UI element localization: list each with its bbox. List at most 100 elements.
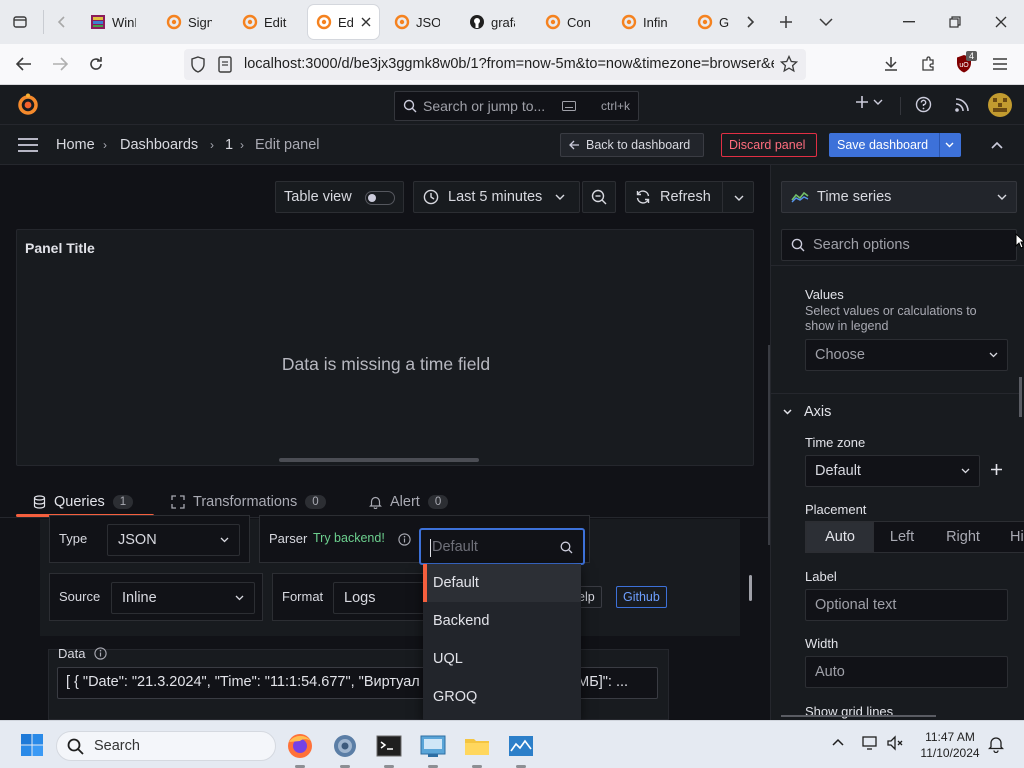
transform-icon — [171, 495, 185, 509]
tab-transformations[interactable]: Transformations 0 — [171, 490, 326, 514]
breadcrumb-home[interactable]: Home — [56, 137, 95, 153]
zoom-out-button[interactable] — [582, 181, 616, 213]
parser-option-uql[interactable]: UQL — [423, 640, 581, 678]
new-tab-icon[interactable] — [772, 8, 800, 36]
axis-section-header[interactable]: Axis — [783, 404, 831, 420]
downloads-icon[interactable] — [877, 50, 905, 78]
bookmark-star-icon[interactable] — [780, 55, 798, 73]
tab-overview-icon[interactable] — [6, 8, 34, 36]
timezone-select[interactable]: Default — [805, 455, 980, 487]
info-icon[interactable] — [398, 533, 411, 546]
panel-title[interactable]: Panel Title — [25, 240, 95, 256]
collapse-chevron-up-icon[interactable] — [991, 141, 1003, 149]
news-feed-icon[interactable] — [954, 97, 970, 113]
placement-auto[interactable]: Auto — [806, 522, 874, 552]
windows-start-icon[interactable] — [20, 733, 44, 757]
extension-badge: 4 — [966, 51, 978, 61]
volume-muted-icon[interactable] — [886, 734, 904, 752]
try-backend-link[interactable]: Try backend! — [313, 531, 385, 545]
monitor-app-taskbar-icon[interactable] — [506, 731, 536, 768]
grafana-search-bar[interactable]: Search or jump to... ctrl+k — [394, 91, 639, 121]
ublock-icon[interactable]: uO 4 — [950, 50, 978, 78]
values-select[interactable]: Choose — [805, 339, 1008, 371]
options-horizontal-scrollbar[interactable] — [781, 715, 936, 717]
add-new-button[interactable] — [855, 95, 883, 109]
panel-resize-handle[interactable] — [279, 458, 479, 462]
browser-tab-confi[interactable]: Confi — [537, 5, 599, 39]
taskbar-clock[interactable]: 11:47 AM 11/10/2024 — [918, 729, 982, 761]
grafana-logo-icon[interactable] — [16, 93, 40, 117]
discard-panel-button[interactable]: Discard panel — [721, 133, 817, 157]
help-icon[interactable] — [915, 96, 932, 113]
browser-tab-json[interactable]: JSON — [386, 5, 448, 39]
toggle-switch[interactable] — [365, 191, 395, 205]
browser-tab-infini[interactable]: Infini — [613, 5, 675, 39]
editor-scrollbar[interactable] — [749, 575, 752, 601]
add-timezone-plus-icon[interactable] — [990, 463, 1003, 476]
browser-tab-get[interactable]: Get — [689, 5, 737, 39]
url-bar[interactable]: localhost:3000/d/be3jx3ggmk8w0b/1?from=n… — [184, 49, 806, 80]
visualization-picker[interactable]: Time series — [781, 181, 1017, 213]
parser-select-input[interactable]: Default — [419, 528, 585, 565]
refresh-button[interactable]: Refresh — [625, 181, 754, 213]
taskbar-search[interactable]: Search — [56, 731, 276, 761]
search-options-input[interactable]: Search options — [781, 229, 1017, 261]
parser-option-groq[interactable]: GROQ — [423, 678, 581, 716]
back-to-dashboard-button[interactable]: Back to dashboard — [560, 133, 704, 157]
settings-taskbar-icon[interactable] — [330, 731, 360, 768]
network-icon[interactable] — [861, 734, 879, 752]
chevron-down-icon — [961, 468, 970, 474]
browser-tab-winrar[interactable]: WinRAR — [82, 5, 144, 39]
parser-option-backend[interactable]: Backend — [423, 602, 581, 640]
terminal-taskbar-icon[interactable] — [374, 731, 404, 768]
placement-hidden[interactable]: Hi — [996, 522, 1024, 552]
page-info-icon[interactable] — [218, 56, 232, 73]
list-tabs-icon[interactable] — [812, 8, 840, 36]
firefox-taskbar-icon[interactable] — [285, 731, 315, 768]
back-arrow-icon[interactable] — [10, 50, 38, 78]
info-icon[interactable] — [94, 647, 107, 660]
options-scrollbar[interactable] — [1019, 377, 1022, 417]
browser-tab-bar: WinRAR Sign Edit p Edi JSON grafa Confi … — [0, 0, 1024, 44]
placement-left[interactable]: Left — [874, 522, 930, 552]
time-range-picker[interactable]: Last 5 minutes — [413, 181, 580, 213]
close-tab-icon[interactable] — [361, 17, 371, 27]
chevron-right-icon: › — [240, 138, 244, 152]
user-avatar[interactable] — [988, 93, 1012, 117]
browser-tab-edit-p[interactable]: Edit p — [234, 5, 296, 39]
breadcrumb-dashboard-1[interactable]: 1 — [225, 137, 233, 153]
file-explorer-taskbar-icon[interactable] — [462, 731, 492, 768]
breadcrumb-dashboards[interactable]: Dashboards — [120, 137, 198, 153]
forward-arrow-icon[interactable] — [46, 50, 74, 78]
tab-queries[interactable]: Queries 1 — [33, 490, 134, 514]
show-hidden-icons-chevron-icon[interactable] — [832, 738, 844, 746]
tab-scroll-left-icon[interactable] — [48, 8, 76, 36]
format-value: Logs — [344, 590, 376, 606]
axis-width-input[interactable]: Auto — [805, 656, 1008, 688]
close-window-icon[interactable] — [987, 8, 1015, 36]
github-button[interactable]: Github — [616, 586, 667, 608]
app-menu-icon[interactable] — [986, 50, 1014, 78]
restore-icon[interactable] — [941, 8, 969, 36]
values-label: Values — [805, 287, 844, 302]
reload-icon[interactable] — [82, 50, 110, 78]
save-dashboard-button[interactable]: Save dashboard — [829, 133, 961, 157]
control-panel-taskbar-icon[interactable] — [418, 731, 448, 768]
browser-tab-active[interactable]: Edi — [308, 5, 379, 39]
extensions-icon[interactable] — [914, 50, 942, 78]
notification-bell-icon[interactable] — [988, 735, 1004, 753]
browser-tab-sign[interactable]: Sign — [158, 5, 220, 39]
source-select[interactable]: Inline — [111, 582, 255, 614]
type-select[interactable]: JSON — [107, 524, 240, 556]
minimize-icon[interactable] — [895, 8, 923, 36]
parser-option-default[interactable]: Default — [423, 564, 581, 602]
tab-alert[interactable]: Alert 0 — [369, 490, 449, 514]
browser-tab-github[interactable]: grafa — [461, 5, 523, 39]
tab-scroll-right-icon[interactable] — [736, 8, 764, 36]
clock-icon — [423, 189, 439, 205]
tracking-shield-icon[interactable] — [190, 56, 206, 73]
hamburger-menu-icon[interactable] — [18, 138, 38, 152]
axis-label-input[interactable]: Optional text — [805, 589, 1008, 621]
table-view-toggle[interactable]: Table view — [275, 181, 404, 213]
placement-right[interactable]: Right — [930, 522, 996, 552]
